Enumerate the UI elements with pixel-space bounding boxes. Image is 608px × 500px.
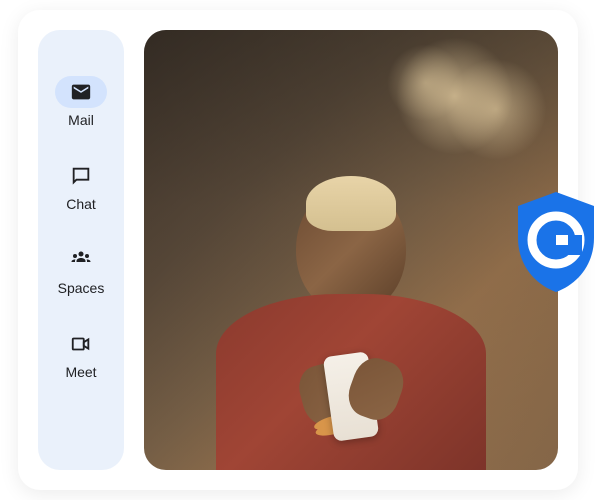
- mail-icon: [55, 76, 107, 108]
- sidebar-label-chat: Chat: [66, 196, 96, 212]
- sidebar-item-spaces[interactable]: Spaces: [55, 244, 107, 296]
- sidebar-label-mail: Mail: [68, 112, 94, 128]
- sidebar-item-mail[interactable]: Mail: [55, 76, 107, 128]
- meet-icon: [55, 328, 107, 360]
- hero-image: [144, 30, 558, 470]
- chat-icon: [55, 160, 107, 192]
- app-container: Mail Chat Spaces: [18, 10, 578, 490]
- sidebar-label-meet: Meet: [65, 364, 96, 380]
- sidebar-nav: Mail Chat Spaces: [38, 30, 124, 470]
- spaces-icon: [55, 244, 107, 276]
- security-shield-badge: [512, 190, 600, 294]
- sidebar-label-spaces: Spaces: [58, 280, 105, 296]
- person-illustration: [211, 184, 491, 470]
- sidebar-item-chat[interactable]: Chat: [55, 160, 107, 212]
- sidebar-item-meet[interactable]: Meet: [55, 328, 107, 380]
